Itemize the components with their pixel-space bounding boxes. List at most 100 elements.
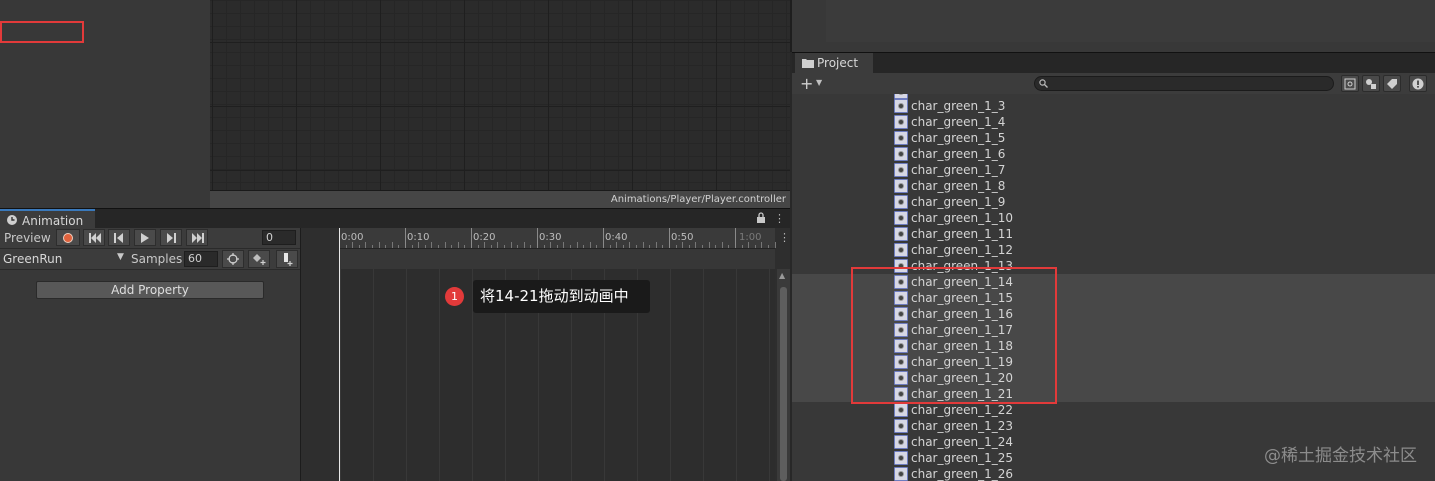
ruler-tick (365, 242, 367, 248)
ruler-tick (372, 245, 373, 248)
scrollbar-thumb[interactable] (780, 287, 787, 481)
ruler-tick (629, 242, 631, 248)
sprite-icon (894, 435, 908, 449)
filter-by-type-button[interactable] (1362, 75, 1380, 92)
ruler-tick (537, 228, 538, 248)
ruler-tick (345, 245, 347, 248)
event-strip[interactable] (339, 249, 775, 270)
tab-project[interactable]: Project (795, 53, 873, 73)
tick-label: 1:00 (739, 232, 762, 243)
clip-dropdown[interactable]: GreenRun ▼ (0, 249, 128, 269)
next-keyframe-button[interactable] (160, 229, 182, 246)
asset-row[interactable]: char_green_1_5 (792, 130, 1435, 146)
kebab-menu-icon[interactable]: ⋮ (779, 231, 790, 244)
ruler-tick (358, 245, 360, 248)
asset-label: char_green_1_6 (911, 147, 1006, 161)
asset-label: char_green_1_26 (911, 467, 1014, 481)
ruler-tick (570, 245, 571, 248)
samples-input[interactable]: 60 (184, 251, 218, 267)
asset-row[interactable]: char_green_1_23 (792, 418, 1435, 434)
asset-row[interactable]: char_green_1_22 (792, 402, 1435, 418)
asset-row[interactable]: char_green_1_12 (792, 242, 1435, 258)
asset-row[interactable]: char_green_1_9 (792, 194, 1435, 210)
info-icon (1412, 78, 1424, 90)
search-by-type-button[interactable] (1341, 75, 1359, 92)
ruler-tick (391, 242, 393, 248)
time-ruler[interactable]: 0:00 0:10 0:20 0:30 0:40 0:50 1:00 (339, 228, 776, 249)
asset-label: char_green_1_5 (911, 131, 1006, 145)
watermark: @稀土掘金技术社区 (1264, 446, 1417, 466)
project-toolbar: + ▼ (792, 73, 1435, 95)
ruler-tick (530, 245, 532, 248)
asset-row[interactable]: char_green_1_4 (792, 114, 1435, 130)
ruler-tick (721, 242, 723, 248)
play-icon (141, 233, 149, 243)
ruler-tick (741, 245, 743, 248)
ruler-tick (497, 242, 499, 248)
ruler-tick (675, 245, 677, 248)
ruler-tick (708, 242, 710, 248)
asset-row[interactable]: char_green_1_8 (792, 178, 1435, 194)
ruler-tick (774, 242, 776, 248)
sprite-icon (894, 147, 908, 161)
asset-row[interactable]: char_green_1_11 (792, 226, 1435, 242)
animator-graph-view[interactable] (210, 0, 790, 190)
project-search-input[interactable] (1034, 76, 1334, 91)
ruler-tick (563, 242, 565, 248)
preview-toggle[interactable]: Preview (4, 231, 51, 245)
ruler-tick (451, 245, 453, 248)
vertical-scrollbar[interactable]: ▲ (777, 269, 790, 481)
diamond-plus-icon (253, 254, 266, 265)
dopesheet-timeline[interactable]: 0:00 0:10 0:20 0:30 0:40 0:50 1:00 ⋮ ▲ (301, 228, 790, 481)
asset-row[interactable]: char_green_1_26 (792, 466, 1435, 481)
tag-icon (1387, 79, 1397, 89)
sprite-icon (894, 243, 908, 257)
asset-label: char_green_1_22 (911, 403, 1014, 417)
tab-animation[interactable]: Animation (0, 209, 95, 229)
add-event-keyframe-button[interactable] (248, 250, 270, 268)
ruler-tick (761, 242, 763, 248)
log-info-button[interactable] (1409, 75, 1427, 92)
asset-row[interactable]: char_green_1_7 (792, 162, 1435, 178)
ruler-tick (431, 242, 433, 248)
kebab-menu-icon[interactable]: ⋮ (774, 212, 785, 225)
plus-icon[interactable]: + (800, 74, 813, 93)
asset-label: char_green_1_7 (911, 163, 1006, 177)
sprite-icon (894, 99, 908, 113)
ruler-tick (405, 228, 406, 248)
ruler-tick (655, 242, 657, 248)
ruler-tick (504, 245, 505, 248)
scroll-up-icon[interactable]: ▲ (779, 271, 785, 280)
asset-label: char_green_1_11 (911, 227, 1014, 241)
selection-highlight-box (851, 267, 1057, 404)
ruler-tick (636, 245, 637, 248)
animation-tab-bar: Animation ⋮ (0, 208, 790, 229)
asset-label: char_green_1_8 (911, 179, 1006, 193)
sprite-icon (894, 467, 908, 481)
lock-icon[interactable] (756, 212, 766, 226)
previous-keyframe-button[interactable] (108, 229, 130, 246)
first-keyframe-button[interactable] (83, 229, 105, 246)
sprite-icon (894, 403, 908, 417)
play-button[interactable] (134, 229, 156, 246)
ruler-tick (622, 245, 624, 248)
add-property-button[interactable]: Add Property (36, 281, 264, 299)
sprite-icon (894, 195, 908, 209)
record-button[interactable] (56, 229, 80, 246)
ruler-tick (609, 245, 611, 248)
last-keyframe-button[interactable] (186, 229, 208, 246)
chevron-down-icon[interactable]: ▼ (816, 78, 822, 87)
filter-by-label-button[interactable] (1383, 75, 1401, 92)
ruler-tick (477, 245, 479, 248)
asset-row[interactable]: char_green_1_10 (792, 210, 1435, 226)
add-keyframe-button[interactable] (222, 250, 244, 268)
asset-row[interactable]: char_green_1_3 (792, 98, 1435, 114)
asset-row[interactable]: char_green_1_6 (792, 146, 1435, 162)
playhead[interactable] (339, 228, 340, 481)
add-event-button[interactable] (276, 250, 298, 268)
ruler-tick (649, 245, 651, 248)
ruler-tick (378, 242, 380, 248)
current-frame-field[interactable]: 0 (262, 230, 296, 245)
ruler-tick (603, 228, 604, 248)
ruler-tick (754, 245, 756, 248)
